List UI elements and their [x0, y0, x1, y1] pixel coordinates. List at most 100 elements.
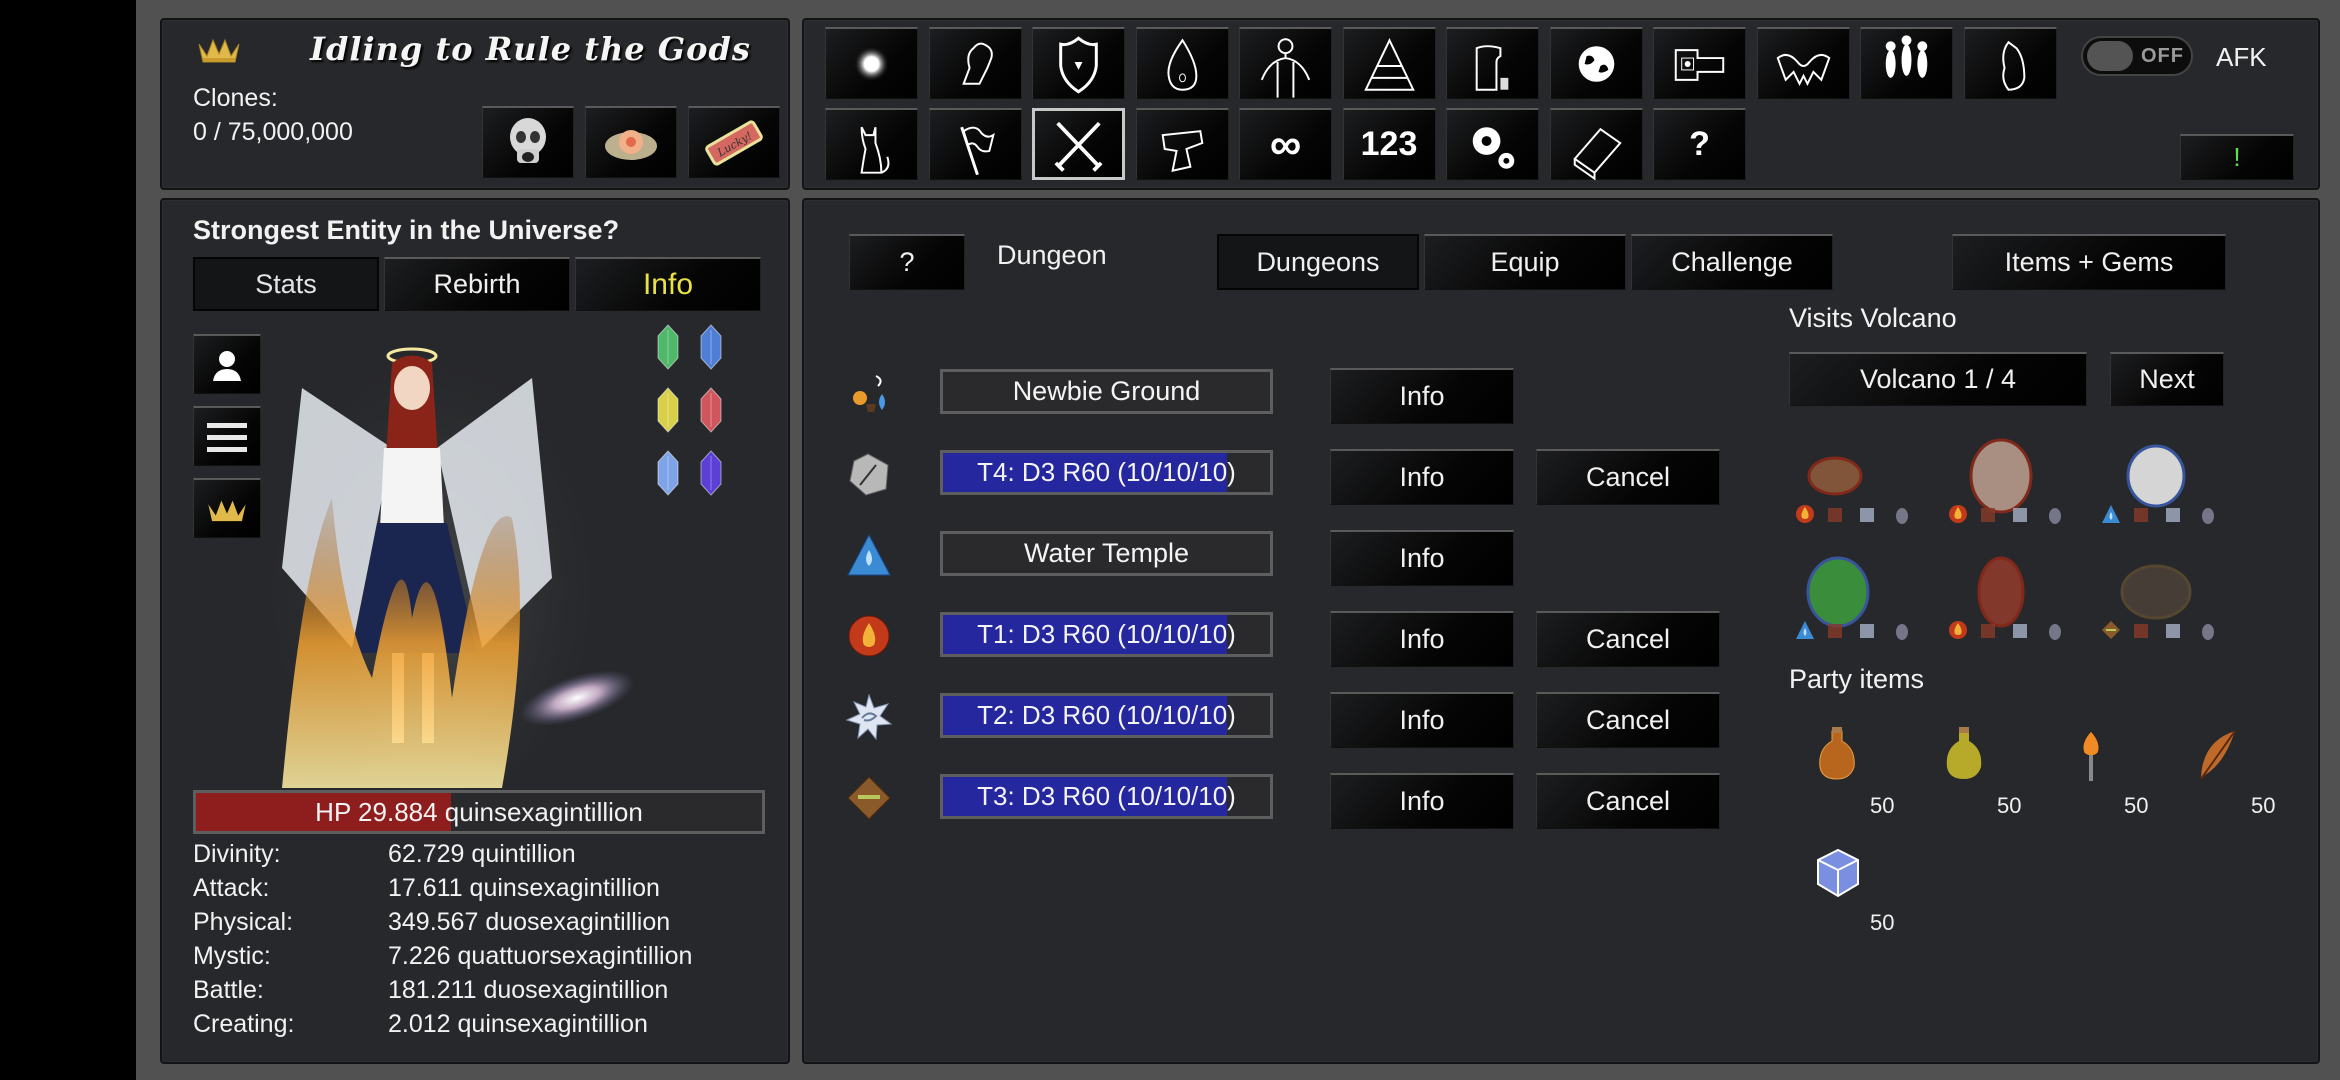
nav-button-book[interactable] — [1549, 108, 1643, 181]
nav-button-pyramid[interactable] — [1342, 27, 1436, 99]
nav-button-shield[interactable] — [1032, 27, 1125, 99]
purple-crystal-icon — [700, 450, 722, 496]
profile-icon — [213, 350, 241, 381]
party-item-orange-potion[interactable]: 50 — [1810, 727, 1930, 818]
crown-button[interactable] — [193, 478, 261, 538]
orange-potion-icon — [1819, 727, 1855, 780]
dungeon-progress-bar: T2: D3 R60 (10/10/10) — [940, 693, 1273, 738]
nav-button-slime[interactable] — [1135, 27, 1229, 99]
profile-button[interactable] — [193, 334, 261, 394]
tab-challenge[interactable]: Challenge — [1631, 234, 1833, 290]
tab-challenge-label: Challenge — [1671, 247, 1793, 277]
tab-equip-label: Equip — [1490, 247, 1560, 277]
party-items-title: Party items — [1789, 664, 1925, 694]
tab-stats-label: Stats — [255, 268, 317, 299]
cancel-label: Cancel — [1585, 786, 1671, 816]
info-label: Info — [1399, 786, 1445, 816]
flower-button[interactable] — [585, 106, 677, 178]
water-element-icon — [2102, 505, 2120, 523]
clones-value: 0 / 75,000,000 — [193, 118, 353, 146]
next-label: Next — [2139, 364, 2195, 394]
monster-earth-rabbit[interactable] — [2096, 534, 2246, 646]
monster-fire-santa-girl[interactable] — [1943, 534, 2093, 646]
stat-row: Battle: 181.211 duosexagintillion — [193, 976, 668, 1005]
dungeon-progress-label: T2: D3 R60 (10/10/10) — [977, 700, 1236, 730]
nav-button-infinity[interactable]: ∞ — [1239, 108, 1332, 180]
dungeon-info-button[interactable]: Info — [1330, 368, 1514, 424]
party-item-yellow-potion[interactable]: 50 — [1937, 727, 2057, 818]
monster-fire-elephant[interactable] — [1943, 418, 2093, 530]
spaceship-icon — [1674, 48, 1725, 81]
nav-button-crossed-swords[interactable] — [1032, 108, 1125, 180]
tab-stats[interactable]: Stats — [193, 257, 379, 311]
dungeon-info-button[interactable]: Info — [1330, 530, 1514, 586]
party-item-torch[interactable]: 50 — [2064, 727, 2184, 818]
nav-button-question[interactable]: ? — [1653, 108, 1746, 180]
skull-button[interactable] — [482, 106, 574, 178]
dungeon-cancel-button[interactable]: Cancel — [1536, 611, 1720, 667]
dungeon-info-button[interactable]: Info — [1330, 773, 1514, 829]
nav-button-numbers[interactable]: 123 — [1342, 108, 1436, 180]
dungeon-progress-label: T3: D3 R60 (10/10/10) — [977, 781, 1236, 811]
nav-button-planet[interactable] — [1549, 27, 1643, 99]
dungeon-cancel-button[interactable]: Cancel — [1536, 692, 1720, 748]
nav-button-bird[interactable] — [1963, 27, 2057, 99]
nav-button-fist[interactable] — [928, 27, 1022, 99]
dungeon-info-button[interactable]: Info — [1330, 611, 1514, 667]
monster-water-penguin[interactable] — [2096, 418, 2246, 530]
nav-button-factory[interactable] — [1446, 27, 1539, 99]
tab-rebirth[interactable]: Rebirth — [384, 257, 570, 311]
alert-button[interactable]: ! — [2180, 134, 2294, 180]
next-button[interactable]: Next — [2110, 352, 2224, 406]
stat-name: Physical: — [193, 908, 294, 936]
nav-button-light-orb[interactable] — [825, 27, 918, 99]
red-crystal-icon — [700, 387, 722, 433]
party-item-ice-cube[interactable]: 50 — [1810, 844, 1930, 935]
earth-element-icon — [2102, 621, 2120, 639]
shield-icon — [1059, 35, 1098, 93]
nav-button-gods-group[interactable] — [1860, 27, 1953, 99]
water-element-icon — [846, 532, 892, 578]
stat-row: Mystic: 7.226 quattuorsexagintillion — [193, 942, 692, 971]
menu-button[interactable] — [193, 406, 261, 466]
help-label: ? — [899, 247, 915, 277]
nav-button-monster-wings[interactable] — [1756, 27, 1850, 99]
dungeon-title: Dungeon — [997, 240, 1107, 270]
stat-row: Divinity: 62.729 quintillion — [193, 840, 576, 869]
nav-button-gears[interactable] — [1446, 108, 1539, 180]
tab-info[interactable]: Info — [575, 257, 761, 311]
nav-button-human-figure[interactable] — [1239, 27, 1332, 99]
infinity-icon: ∞ — [1269, 119, 1302, 169]
party-item-count: 50 — [1870, 793, 1895, 818]
monster-fire-squirrel[interactable] — [1790, 418, 1940, 530]
dungeon-cancel-button[interactable]: Cancel — [1536, 773, 1720, 829]
stat-value: 349.567 duosexagintillion — [388, 908, 671, 936]
green-crystal-icon — [657, 324, 679, 370]
stat-value: 62.729 quintillion — [388, 840, 576, 868]
party-item-feather[interactable]: 50 — [2191, 727, 2311, 818]
yellow-potion-icon — [1946, 727, 1982, 779]
hp-bar-label: HP 29.884 quinsexagintillion — [315, 796, 643, 827]
tab-equip[interactable]: Equip — [1424, 234, 1626, 290]
nav-button-spaceship[interactable] — [1653, 27, 1746, 99]
nav-button-cat[interactable] — [825, 108, 918, 180]
stat-row: Creating: 2.012 quinsexagintillion — [193, 1010, 648, 1039]
cancel-label: Cancel — [1585, 462, 1671, 492]
stat-name: Mystic: — [193, 942, 271, 970]
dungeon-info-button[interactable]: Info — [1330, 692, 1514, 748]
nav-button-flag[interactable] — [928, 108, 1022, 180]
tab-dungeons[interactable]: Dungeons — [1217, 234, 1419, 290]
items-gems-button[interactable]: Items + Gems — [1952, 234, 2226, 290]
lucky-ticket-button[interactable]: Lucky! — [688, 106, 780, 178]
afk-toggle[interactable]: OFF — [2081, 36, 2193, 76]
dungeon-info-button[interactable]: Info — [1330, 449, 1514, 505]
dungeon-cancel-button[interactable]: Cancel — [1536, 449, 1720, 505]
help-button[interactable]: ? — [849, 234, 965, 290]
stat-row: Attack: 17.611 quinsexagintillion — [193, 874, 660, 903]
monster-water-tree-spirit[interactable] — [1790, 534, 1940, 646]
volcano-selector[interactable]: Volcano 1 / 4 — [1789, 352, 2087, 406]
nav-button-anvil[interactable] — [1135, 108, 1229, 180]
dungeon-progress-label: T1: D3 R60 (10/10/10) — [977, 619, 1236, 649]
water-element-icon — [1796, 621, 1814, 639]
stat-name: Battle: — [193, 976, 264, 1004]
